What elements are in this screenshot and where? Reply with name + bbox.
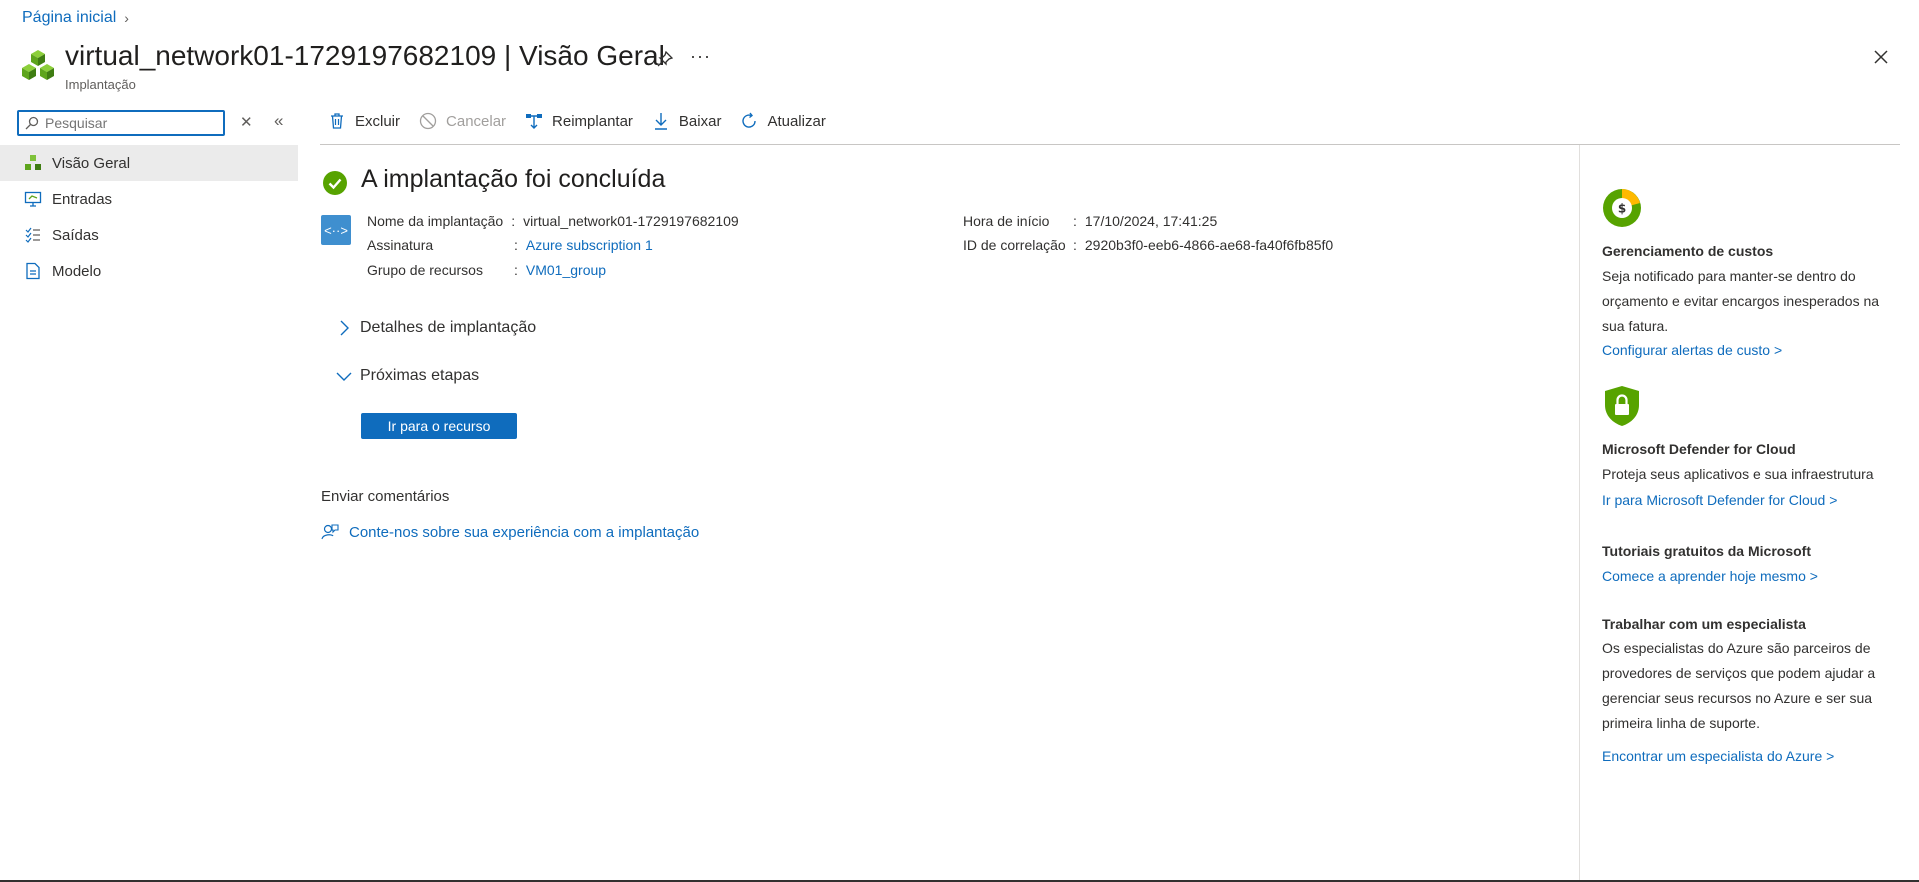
cubes-icon <box>24 154 42 172</box>
chevron-right-icon: › <box>124 10 129 26</box>
cost-management-text: Seja notificado para manter-se dentro do… <box>1602 268 1880 334</box>
sidebar-item-template[interactable]: Modelo <box>0 253 298 289</box>
defender-title: Microsoft Defender for Cloud <box>1602 441 1796 457</box>
download-label: Baixar <box>678 112 722 130</box>
tutorials-link[interactable]: Comece a aprender hoje mesmo > <box>1602 568 1818 584</box>
refresh-label: Atualizar <box>767 112 826 130</box>
sidebar-item-overview[interactable]: Visão Geral <box>0 145 298 181</box>
correlation-label: ID de correlação <box>963 237 1066 253</box>
breadcrumb-home-link[interactable]: Página inicial <box>22 9 116 27</box>
expert-text: Os especialistas do Azure são parceiros … <box>1602 640 1876 731</box>
refresh-icon <box>739 111 759 131</box>
deployment-name-label: Nome da implantação <box>367 213 504 229</box>
subscription-link[interactable]: Azure subscription 1 <box>526 237 653 253</box>
deployment-details-label: Detalhes de implantação <box>360 319 537 336</box>
pin-icon[interactable] <box>654 48 676 70</box>
cancel-label: Cancelar <box>446 112 507 130</box>
delete-button[interactable]: Excluir <box>327 111 400 131</box>
cost-management-icon: $ <box>1603 189 1641 227</box>
defender-link[interactable]: Ir para Microsoft Defender for Cloud > <box>1602 492 1837 508</box>
success-check-icon <box>323 171 347 195</box>
refresh-button[interactable]: Atualizar <box>739 111 826 131</box>
correlation-row: ID de correlação:2920b3f0-eeb6-4866-ae68… <box>963 237 1334 253</box>
page-title: virtual_network01-1729197682109 | Visão … <box>65 40 665 71</box>
start-time-value: 17/10/2024, 17:41:25 <box>1084 213 1218 229</box>
sidebar-item-label: Entradas <box>52 190 113 208</box>
list-icon <box>24 226 42 244</box>
sidebar-item-label: Saídas <box>52 226 99 244</box>
tutorials-title: Tutoriais gratuitos da Microsoft <box>1602 543 1811 559</box>
start-time-row: Hora de início:17/10/2024, 17:41:25 <box>963 213 1218 229</box>
deployment-name-value: virtual_network01-1729197682109 <box>523 213 739 229</box>
cancel-button[interactable]: Cancelar <box>418 111 506 131</box>
expert-link[interactable]: Encontrar um especialista do Azure > <box>1602 748 1834 764</box>
resource-group-row: Grupo de recursos: VM01_group <box>367 262 607 278</box>
resource-group-link[interactable]: VM01_group <box>526 262 606 278</box>
subscription-label: Assinatura <box>367 237 434 253</box>
feedback-heading: Enviar comentários <box>321 488 450 505</box>
sidebar-item-label: Visão Geral <box>52 154 131 172</box>
toolbar-divider <box>320 144 1900 145</box>
next-steps-label: Próximas etapas <box>360 367 480 384</box>
download-button[interactable]: Baixar <box>651 111 722 131</box>
chevron-down-icon <box>336 372 352 381</box>
feedback-link[interactable]: Conte-nos sobre sua experiência com a im… <box>349 524 699 541</box>
deployment-status-title: A implantação foi concluída <box>361 165 666 193</box>
start-time-label: Hora de início <box>963 213 1050 229</box>
feedback-link-row[interactable]: Conte-nos sobre sua experiência com a im… <box>321 523 699 541</box>
search-input[interactable] <box>43 114 217 132</box>
search-box[interactable] <box>17 110 225 136</box>
feedback-person-icon <box>321 524 339 540</box>
svg-text:$: $ <box>1618 202 1626 216</box>
search-icon <box>25 116 39 130</box>
cost-management-title: Gerenciamento de custos <box>1602 243 1774 259</box>
defender-text: Proteja seus aplicativos e sua infraestr… <box>1602 466 1874 482</box>
clear-search-icon[interactable]: ✕ <box>240 113 253 131</box>
sidebar-item-inputs[interactable]: Entradas <box>0 181 298 217</box>
resource-group-label: Grupo de recursos <box>367 262 483 278</box>
deployment-details-toggle[interactable]: Detalhes de implantação <box>334 318 536 338</box>
subscription-row: Assinatura: Azure subscription 1 <box>367 237 653 253</box>
virtual-network-icon: <··> <box>321 215 351 245</box>
deployment-name-row: Nome da implantação: virtual_network01-17… <box>367 213 739 229</box>
redeploy-label: Reimplantar <box>552 112 633 130</box>
sidebar-nav: Visão Geral Entradas Saídas Modelo <box>0 145 298 289</box>
correlation-value: 2920b3f0-eeb6-4866-ae68-fa40f6fb85f0 <box>1084 237 1334 253</box>
sidebar-item-label: Modelo <box>52 262 102 280</box>
download-icon <box>651 111 671 131</box>
cost-alerts-link[interactable]: Configurar alertas de custo > <box>1602 342 1782 358</box>
cancel-icon <box>418 111 438 131</box>
deployment-cubes-icon <box>22 50 54 80</box>
defender-shield-icon <box>1605 386 1639 426</box>
redeploy-icon <box>524 111 544 131</box>
chevron-right-icon <box>340 320 349 336</box>
page-subtitle: Implantação <box>65 77 136 92</box>
close-icon[interactable] <box>1870 46 1892 68</box>
collapse-sidebar-icon[interactable]: « <box>274 111 283 131</box>
delete-label: Excluir <box>355 112 401 130</box>
right-panel-divider <box>1579 145 1580 882</box>
document-icon <box>24 262 42 280</box>
expert-title: Trabalhar com um especialista <box>1602 616 1806 632</box>
command-toolbar: Excluir Cancelar Reimplantar Baixar Atua… <box>327 111 844 131</box>
trash-icon <box>327 111 347 131</box>
sidebar-item-outputs[interactable]: Saídas <box>0 217 298 253</box>
next-steps-toggle[interactable]: Próximas etapas <box>334 366 479 386</box>
more-options-icon[interactable]: ··· <box>690 46 711 67</box>
monitor-icon <box>24 190 42 208</box>
go-to-resource-button[interactable]: Ir para o recurso <box>361 413 517 439</box>
redeploy-button[interactable]: Reimplantar <box>524 111 633 131</box>
breadcrumb: Página inicial › <box>22 9 129 27</box>
